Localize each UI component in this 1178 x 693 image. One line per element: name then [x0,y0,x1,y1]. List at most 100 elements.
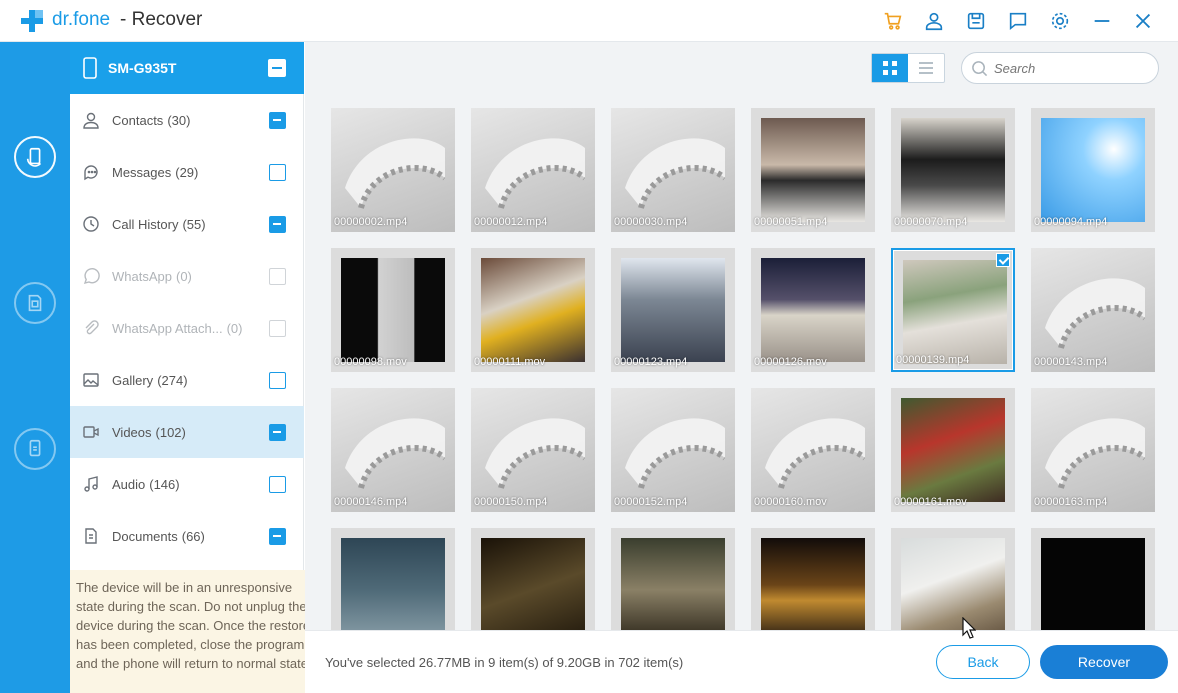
file-tile[interactable] [1031,528,1155,630]
file-tile[interactable]: 00000051.mp4 [751,108,875,232]
sim-recover-icon[interactable] [14,282,56,324]
category-whatsapp[interactable]: WhatsApp (0) [70,250,304,302]
settings-icon[interactable] [1047,8,1073,34]
category-audio[interactable]: Audio (146) [70,458,304,510]
category-checkbox[interactable] [269,111,286,129]
search-input[interactable] [994,58,1144,78]
category-label: WhatsApp [112,268,172,284]
category-checkbox[interactable] [269,371,286,389]
file-tile[interactable] [751,528,875,630]
file-name: 00000146.mp4 [334,496,408,508]
document-icon [82,527,100,545]
file-tile[interactable]: 00000152.mp4 [611,388,735,512]
close-icon[interactable] [1130,8,1156,34]
category-contacts[interactable]: Contacts (30) [70,94,304,146]
recover-button[interactable]: Recover [1040,645,1168,679]
file-tile[interactable] [611,528,735,630]
file-name: 00000002.mp4 [334,216,408,228]
video-thumbnail [341,538,445,630]
save-icon[interactable] [963,8,989,34]
file-tile[interactable]: 00000012.mp4 [471,108,595,232]
file-tile[interactable]: 00000002.mp4 [331,108,455,232]
category-label: Contacts [112,112,164,128]
file-tile[interactable]: 00000143.mp4 [1031,248,1155,372]
file-tile[interactable] [331,528,455,630]
file-name: 00000152.mp4 [614,496,688,508]
video-thumbnail [901,538,1005,630]
file-tile[interactable]: 00000160.mov [751,388,875,512]
list-icon [919,62,933,74]
category-messages[interactable]: Messages (29) [70,146,304,198]
category-gallery[interactable]: Gallery (274) [70,354,304,406]
feedback-icon[interactable] [1005,8,1031,34]
category-label: Audio [112,476,146,492]
video-thumbnail [621,538,725,630]
category-checkbox[interactable] [269,215,286,233]
minimize-icon[interactable] [1089,8,1115,34]
category-count: (0) [226,320,243,336]
video-thumbnail [481,538,585,630]
file-tile[interactable]: 00000098.mov [331,248,455,372]
file-tile[interactable]: 00000161.mov [891,388,1015,512]
file-tile[interactable]: 00000111.mov [471,248,595,372]
grid-view-button[interactable] [872,54,908,82]
file-tile[interactable] [471,528,595,630]
file-name: 00000143.mp4 [1034,356,1108,368]
list-view-button[interactable] [908,54,944,82]
file-tile[interactable]: 00000146.mp4 [331,388,455,512]
file-name: 00000070.mp4 [894,216,968,228]
category-label: Videos [112,424,152,440]
file-tile[interactable]: 00000139.mp4 [891,248,1015,372]
video-thumbnail [761,538,865,630]
file-tile[interactable]: 00000163.mp4 [1031,388,1155,512]
music-icon [82,475,100,493]
film-reel-icon [625,138,725,209]
film-reel-icon [485,138,585,209]
image-icon [82,371,100,389]
category-whatsapp-attach[interactable]: WhatsApp Attach... (0) [70,302,304,354]
paperclip-icon [82,319,100,337]
category-count: (66) [181,528,205,544]
device-checkbox[interactable] [268,59,286,77]
category-videos[interactable]: Videos (102) [70,406,304,458]
film-reel-icon [345,418,445,489]
mouse-cursor-icon [962,617,976,639]
file-tile[interactable]: 00000094.mp4 [1031,108,1155,232]
tile-checkbox[interactable] [996,253,1010,267]
file-tile[interactable]: 00000123.mp4 [611,248,735,372]
category-count: (102) [155,424,186,440]
file-tile[interactable] [891,528,1015,630]
backup-recover-icon[interactable] [14,428,56,470]
category-count: (30) [167,112,191,128]
category-checkbox[interactable] [269,527,286,545]
video-thumbnail [1041,538,1145,630]
category-documents[interactable]: Documents (66) [70,510,304,562]
app-brand: dr.fone [52,9,111,30]
category-count: (29) [175,164,199,180]
user-icon[interactable] [921,8,947,34]
category-checkbox[interactable] [269,319,286,337]
film-reel-icon [765,418,865,489]
video-thumbnail [903,260,1007,364]
file-name: 00000012.mp4 [474,216,548,228]
category-checkbox[interactable] [269,163,286,181]
file-name: 00000051.mp4 [754,216,828,228]
phone-recover-icon[interactable] [14,136,56,178]
search-icon [972,61,988,77]
file-name: 00000126.mov [754,356,827,368]
category-checkbox[interactable] [269,423,286,441]
back-button[interactable]: Back [936,645,1030,679]
file-name: 00000163.mp4 [1034,496,1108,508]
file-tile[interactable]: 00000126.mov [751,248,875,372]
category-checkbox[interactable] [269,475,286,493]
file-tile[interactable]: 00000030.mp4 [611,108,735,232]
category-label: Gallery [112,372,154,388]
file-name: 00000150.mp4 [474,496,548,508]
file-tile[interactable]: 00000070.mp4 [891,108,1015,232]
cart-icon[interactable] [880,8,906,34]
file-tile[interactable]: 00000150.mp4 [471,388,595,512]
category-call-history[interactable]: Call History (55) [70,198,304,250]
device-header[interactable]: SM-G935T [70,42,304,94]
category-checkbox[interactable] [269,267,286,285]
film-reel-icon [485,418,585,489]
